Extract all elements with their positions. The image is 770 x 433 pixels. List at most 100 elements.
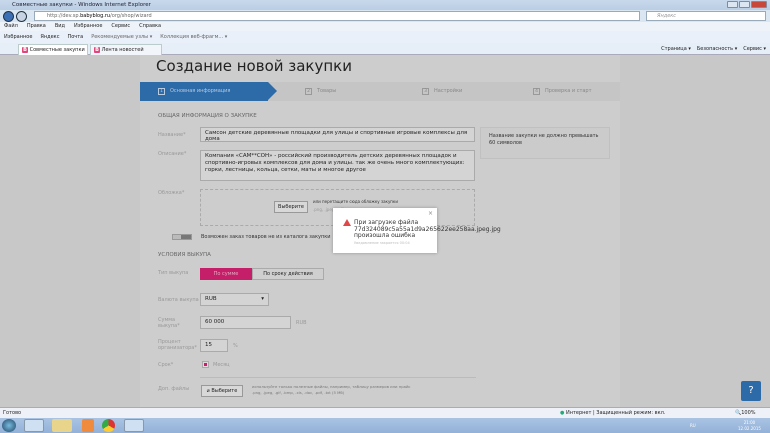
term-option-label: Месяц xyxy=(213,362,230,368)
menu-view[interactable]: Вид xyxy=(55,22,65,31)
menu-file[interactable]: Файл xyxy=(4,22,18,31)
taskbar-media-icon[interactable] xyxy=(82,419,94,432)
address-bar: http://dev.sp.babyblog.ru/org/shop/wizar… xyxy=(0,10,770,22)
url-input[interactable]: http://dev.sp.babyblog.ru/org/shop/wizar… xyxy=(34,11,640,21)
tab-joint-purchases[interactable]: B Совместные закупки xyxy=(18,44,88,55)
start-button[interactable] xyxy=(2,419,16,432)
step-label: Проверка и старт xyxy=(545,88,592,94)
site-icon: B xyxy=(22,47,28,53)
cover-hint: или перетащите сюда обложку закупки xyxy=(313,199,398,204)
language-indicator[interactable]: RU xyxy=(690,423,696,428)
taskbar-ie-icon[interactable] xyxy=(24,419,44,432)
zone-label: Интернет | Защищенный режим: вкл. xyxy=(565,410,666,416)
term-label: Срок* xyxy=(158,362,174,368)
auto-close-timer: Уведомление закроется 00:04 xyxy=(354,241,410,245)
step-settings[interactable]: 3 Настройки xyxy=(422,82,462,101)
term-checkbox[interactable] xyxy=(202,361,209,368)
files-hint: используйте только полезные файлы, напри… xyxy=(252,384,411,389)
type-label: Тип выкупа xyxy=(158,270,189,276)
step-number: 1 xyxy=(158,88,165,95)
site-icon: B xyxy=(94,47,100,53)
warning-icon xyxy=(343,219,351,226)
step-label: Товары xyxy=(317,88,337,94)
sum-input[interactable]: 60 000 xyxy=(200,316,291,329)
fav-webslices[interactable]: Коллекция веб-фрагм... ▾ xyxy=(160,31,227,43)
percent-label: Процент организатора* xyxy=(158,339,197,351)
zoom-level[interactable]: 🔍100% xyxy=(735,408,756,418)
close-icon[interactable]: × xyxy=(428,210,433,217)
help-chat-button[interactable]: ? xyxy=(741,381,761,401)
cmd-page[interactable]: Страница ▾ xyxy=(661,44,691,54)
fav-mail[interactable]: Почта xyxy=(67,31,83,43)
wizard-steps: 1 Основная информация 2 Товары 3 Настройки … xyxy=(140,82,620,101)
url-domain: babyblog.ru xyxy=(80,13,111,19)
name-tooltip: Название закупки не должно превышать 60 … xyxy=(480,127,610,159)
step-number: 2 xyxy=(305,88,312,95)
currency-label: Валюта выкупа xyxy=(158,297,199,303)
status-text: Готово xyxy=(3,410,22,416)
step-basic-info[interactable]: 1 Основная информация xyxy=(140,82,277,101)
error-line: произошла ошибка xyxy=(354,232,416,239)
cover-choose-button[interactable]: Выберите xyxy=(274,201,308,213)
menu-bar: Файл Правка Вид Избранное Сервис Справка xyxy=(0,22,770,31)
files-button-label: Выберите xyxy=(211,388,238,394)
menu-help[interactable]: Справка xyxy=(139,22,161,31)
menu-favorites[interactable]: Избранное xyxy=(74,22,102,31)
currency-select[interactable]: RUB ▾ xyxy=(200,293,269,306)
error-message: При загрузке файла 77d324089c5a55a1d9a265… xyxy=(354,219,501,240)
files-choose-button[interactable]: ⌀ Выберите xyxy=(201,385,243,397)
security-zone: ● Интернет | Защищенный режим: вкл. xyxy=(560,408,665,418)
offcatalog-label: Возможен заказ товаров не из каталога за… xyxy=(201,234,331,240)
cmd-security[interactable]: Безопасность ▾ xyxy=(697,44,737,54)
fav-yandex[interactable]: Яндекс xyxy=(40,31,59,43)
taskbar-paint-icon[interactable] xyxy=(124,419,144,432)
cmd-tools[interactable]: Сервис ▾ xyxy=(743,44,766,54)
currency-value: RUB xyxy=(205,296,217,302)
back-button[interactable] xyxy=(3,11,14,22)
type-by-term-button[interactable]: По сроку действия xyxy=(252,268,324,280)
cover-label: Обложка* xyxy=(158,190,185,196)
favorites-bar: Избранное Яндекс Почта Рекомендуемые узлы ▾… xyxy=(0,31,770,43)
step-review[interactable]: 4 Проверка и старт xyxy=(533,82,592,101)
clock[interactable]: 21:00 12.02.2015 xyxy=(738,420,761,431)
percent-input[interactable]: 15 xyxy=(200,339,228,352)
description-textarea[interactable]: Компания «САМ**СОН» - российский произво… xyxy=(200,150,475,181)
window-controls xyxy=(727,1,767,8)
percent-unit: % xyxy=(233,343,238,349)
step-label: Настройки xyxy=(434,88,463,94)
tab-news-feed[interactable]: B Лента новостей _diamon... xyxy=(90,44,162,63)
section-general-heading: ОБЩАЯ ИНФОРМАЦИЯ О ЗАКУПКЕ xyxy=(158,113,257,119)
page-viewport: Создание новой закупки 1 Основная информа… xyxy=(0,55,770,407)
menu-edit[interactable]: Правка xyxy=(27,22,46,31)
menu-tools[interactable]: Сервис xyxy=(111,22,130,31)
upload-error-notification: × При загрузке файла 77d324089c5a55a1d9a2… xyxy=(333,208,501,253)
page-title: Создание новой закупки xyxy=(156,57,352,75)
toggle-knob xyxy=(181,235,191,239)
minimize-button[interactable] xyxy=(727,1,738,8)
step-number: 4 xyxy=(533,88,540,95)
status-bar: Готово ● Интернет | Защищенный режим: вк… xyxy=(0,407,770,418)
forward-button[interactable] xyxy=(16,11,27,22)
search-input[interactable]: Яндекс xyxy=(646,11,766,21)
fav-suggested[interactable]: Рекомендуемые узлы ▾ xyxy=(91,31,152,43)
taskbar-chrome-icon[interactable] xyxy=(102,419,115,432)
taskbar: RU 21:00 12.02.2015 xyxy=(0,418,770,433)
url-prefix: http://dev.sp. xyxy=(47,13,81,19)
tab-label: Совместные закупки xyxy=(29,47,85,53)
files-label: Доп. файлы xyxy=(158,386,190,392)
name-input[interactable]: Самсон детские деревянные площадки для у… xyxy=(200,127,475,142)
close-window-button[interactable] xyxy=(751,1,767,8)
step-label: Основная информация xyxy=(170,88,231,94)
command-bar: Страница ▾ Безопасность ▾ Сервис ▾ xyxy=(661,44,766,54)
maximize-button[interactable] xyxy=(739,1,750,8)
step-products[interactable]: 2 Товары xyxy=(305,82,336,101)
url-path: /org/shop/wizard xyxy=(110,13,152,19)
step-number: 3 xyxy=(422,88,429,95)
type-by-sum-button[interactable]: По сумме xyxy=(200,268,252,280)
divider xyxy=(200,377,476,378)
fav-favorites[interactable]: Избранное xyxy=(4,31,32,43)
offcatalog-toggle[interactable] xyxy=(172,234,192,240)
taskbar-explorer-icon[interactable] xyxy=(52,419,72,432)
zoom-value: 100% xyxy=(741,410,756,416)
sum-label: Сумма выкупа* xyxy=(158,317,180,329)
